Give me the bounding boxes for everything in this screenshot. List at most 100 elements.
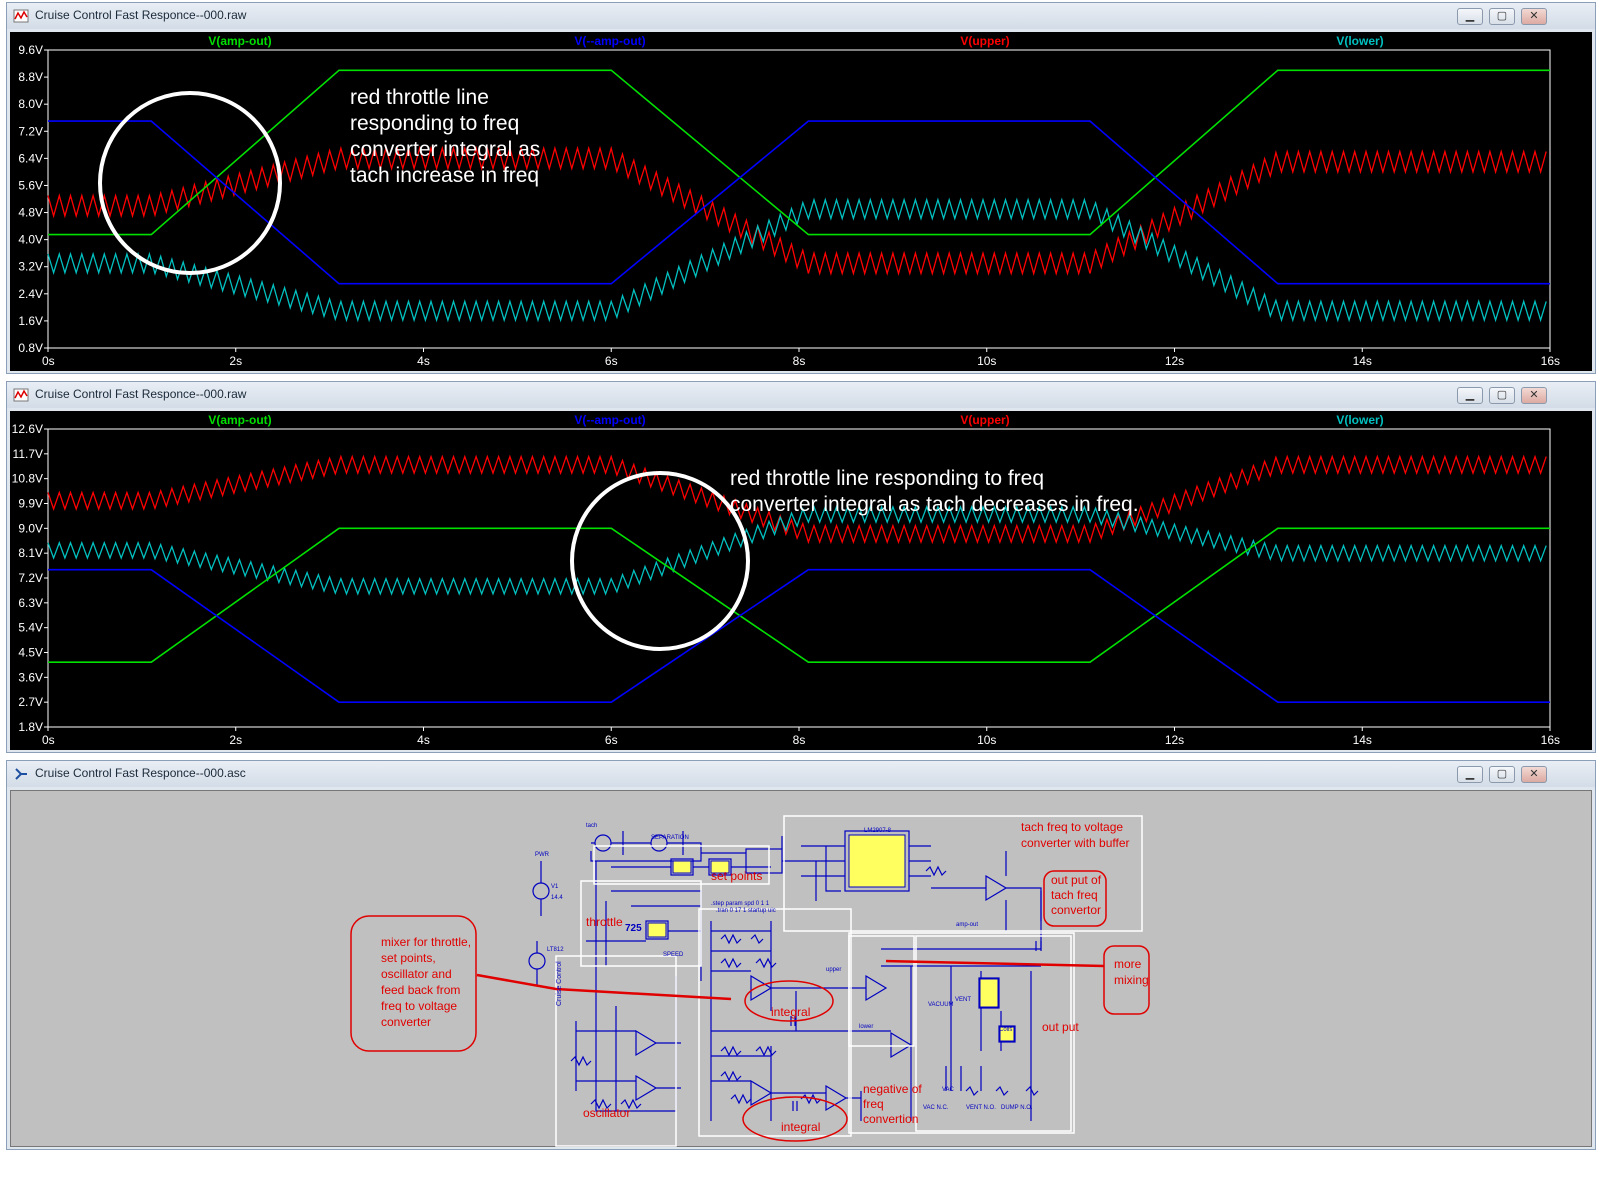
cruise-control-label: Cruise Control — [556, 961, 563, 1006]
amp-out-net: amp-out — [956, 922, 978, 928]
y-tick-label: 4.0V — [18, 233, 43, 247]
minimize-button[interactable]: ▁ — [1457, 8, 1483, 25]
annotation-text: converter integral as — [350, 138, 540, 161]
close-button[interactable]: ✕ — [1521, 766, 1547, 783]
y-tick-label: 0.8V — [18, 341, 43, 355]
close-button[interactable]: ✕ — [1521, 387, 1547, 404]
speed-label: SPEED — [663, 952, 684, 958]
legend-entry[interactable]: V(--amp-out) — [574, 34, 645, 48]
note-tach-freq-2: converter with buffer — [1021, 836, 1130, 850]
y-tick-label: 6.3V — [18, 596, 43, 610]
y-tick-label: 9.0V — [18, 521, 43, 535]
title-bar[interactable]: Cruise Control Fast Responce--000.asc ▁ … — [7, 761, 1595, 787]
minimize-button[interactable]: ▁ — [1457, 766, 1483, 783]
legend-entry[interactable]: V(lower) — [1336, 413, 1383, 427]
y-tick-label: 8.1V — [18, 546, 43, 560]
y-tick-label: 8.0V — [18, 97, 43, 111]
annotation-text: tach increase in freq — [350, 164, 539, 187]
schematic-canvas[interactable]: LM2907-8 PWR V1 14.4 LT812 .step param s… — [10, 790, 1592, 1147]
waveform-plot-2[interactable]: 12.6V 11.7V 10.8V 9.9V 9.0V 8.1V 7.2V 6.3V 5.4V 4… — [10, 411, 1592, 750]
schematic-icon — [15, 768, 27, 780]
vac-nc-label: VAC N.C. — [923, 1105, 949, 1111]
y-tick-label: 11.7V — [13, 447, 43, 461]
legend-entry[interactable]: V(amp-out) — [208, 413, 271, 427]
y-tick-label: 7.2V — [18, 124, 43, 138]
note-mixer-1: mixer for throttle, — [381, 935, 471, 949]
waveform-chart-2[interactable]: 12.6V 11.7V 10.8V 9.9V 9.0V 8.1V 7.2V 6.3V 5.4V 4… — [10, 411, 1592, 750]
dump-no-label: DUMP N.O. — [1001, 1105, 1033, 1111]
plot-window-1: Cruise Control Fast Responce--000.raw ▁ … — [6, 2, 1596, 374]
note-more-mixing-2: mixing — [1114, 973, 1149, 987]
lm2907-label: LM2907-8 — [864, 828, 892, 834]
x-tick-label: 2s — [229, 733, 242, 747]
close-button[interactable]: ✕ — [1521, 8, 1547, 25]
schematic-drawing[interactable]: LM2907-8 PWR V1 14.4 LT812 .step param s… — [11, 791, 1593, 1148]
y-tick-label: 3.2V — [18, 260, 43, 274]
minimize-button[interactable]: ▁ — [1457, 387, 1483, 404]
note-mixer-5: freq to voltage — [381, 999, 457, 1013]
note-more-mixing-1: more — [1114, 957, 1142, 971]
note-set-points: set points — [711, 869, 762, 883]
annotation-text: responding to freq — [350, 112, 519, 135]
legend-entry[interactable]: V(upper) — [960, 34, 1009, 48]
x-tick-label: 6s — [605, 354, 618, 368]
pwr-label: PWR — [535, 852, 550, 858]
series-line[interactable] — [48, 568, 1550, 704]
y-tick-label: 4.8V — [18, 206, 43, 220]
x-tick-label: 14s — [1353, 354, 1372, 368]
title-bar[interactable]: Cruise Control Fast Responce--000.raw ▁ … — [7, 382, 1595, 408]
y-tick-label: 12.6V — [12, 422, 43, 436]
y-tick-label: 9.9V — [18, 497, 43, 511]
y-tick-label: 5.4V — [18, 621, 43, 635]
x-tick-label: 12s — [1165, 733, 1184, 747]
v1-value: 14.4 — [551, 895, 563, 901]
legend-entry[interactable]: V(--amp-out) — [574, 413, 645, 427]
series-line[interactable] — [48, 527, 1550, 663]
y-tick-label: 7.2V — [18, 571, 43, 585]
x-tick-label: 10s — [977, 354, 996, 368]
tran-directive: .tran 0 17 1 startup uic — [716, 908, 776, 914]
vacuum-net: VACUUM — [928, 1002, 954, 1008]
step-directive: .step param spd 0 1 1 — [711, 901, 770, 907]
lt812-label: LT812 — [547, 947, 564, 953]
legend-entry[interactable]: V(lower) — [1336, 34, 1383, 48]
upper-net: upper — [826, 967, 841, 973]
y-tick-label: 5.6V — [18, 178, 43, 192]
coils-label: Coils — [999, 1027, 1012, 1033]
x-tick-label: 4s — [417, 733, 430, 747]
vac-net: VAC — [942, 1087, 955, 1093]
maximize-button[interactable]: ▢ — [1489, 8, 1515, 25]
note-mixer-4: feed back from — [381, 983, 460, 997]
window-title: Cruise Control Fast Responce--000.asc — [35, 766, 246, 780]
y-tick-label: 10.8V — [12, 472, 43, 486]
legend-entry[interactable]: V(amp-out) — [208, 34, 271, 48]
x-tick-label: 4s — [417, 354, 430, 368]
y-tick-label: 4.5V — [18, 646, 43, 660]
note-out-put: out put — [1042, 1020, 1079, 1034]
y-tick-label: 8.8V — [18, 70, 43, 84]
note-output-tach-3: convertor — [1051, 903, 1101, 917]
v1-label: V1 — [551, 884, 559, 890]
plot-window-2: Cruise Control Fast Responce--000.raw ▁ … — [6, 381, 1596, 753]
note-integral-2: integral — [781, 1120, 820, 1134]
window-title: Cruise Control Fast Responce--000.raw — [35, 8, 247, 22]
note-negative-3: convertion — [863, 1112, 918, 1126]
annotation-circle — [98, 91, 282, 275]
schematic-window: Cruise Control Fast Responce--000.asc ▁ … — [6, 760, 1596, 1150]
waveform-plot-1[interactable]: 9.6V 8.8V 8.0V 7.2V 6.4V 5.6V 4.8V 4.0V 3.2V 2.4V… — [10, 32, 1592, 371]
x-tick-label: 0s — [42, 733, 55, 747]
title-bar[interactable]: Cruise Control Fast Responce--000.raw ▁ … — [7, 3, 1595, 29]
waveform-chart-1[interactable]: 9.6V 8.8V 8.0V 7.2V 6.4V 5.6V 4.8V 4.0V 3.2V 2.4V… — [10, 32, 1592, 371]
x-tick-label: 8s — [793, 733, 806, 747]
note-mixer-6: converter — [381, 1015, 431, 1029]
maximize-button[interactable]: ▢ — [1489, 387, 1515, 404]
y-tick-label: 9.6V — [18, 43, 43, 57]
y-tick-label: 2.7V — [18, 695, 43, 709]
note-throttle: throttle — [586, 915, 623, 929]
series-line[interactable] — [47, 505, 1547, 596]
maximize-button[interactable]: ▢ — [1489, 766, 1515, 783]
legend-entry[interactable]: V(upper) — [960, 413, 1009, 427]
y-tick-label: 3.6V — [18, 670, 43, 684]
series-line[interactable] — [47, 145, 1547, 276]
x-tick-label: 12s — [1165, 354, 1184, 368]
